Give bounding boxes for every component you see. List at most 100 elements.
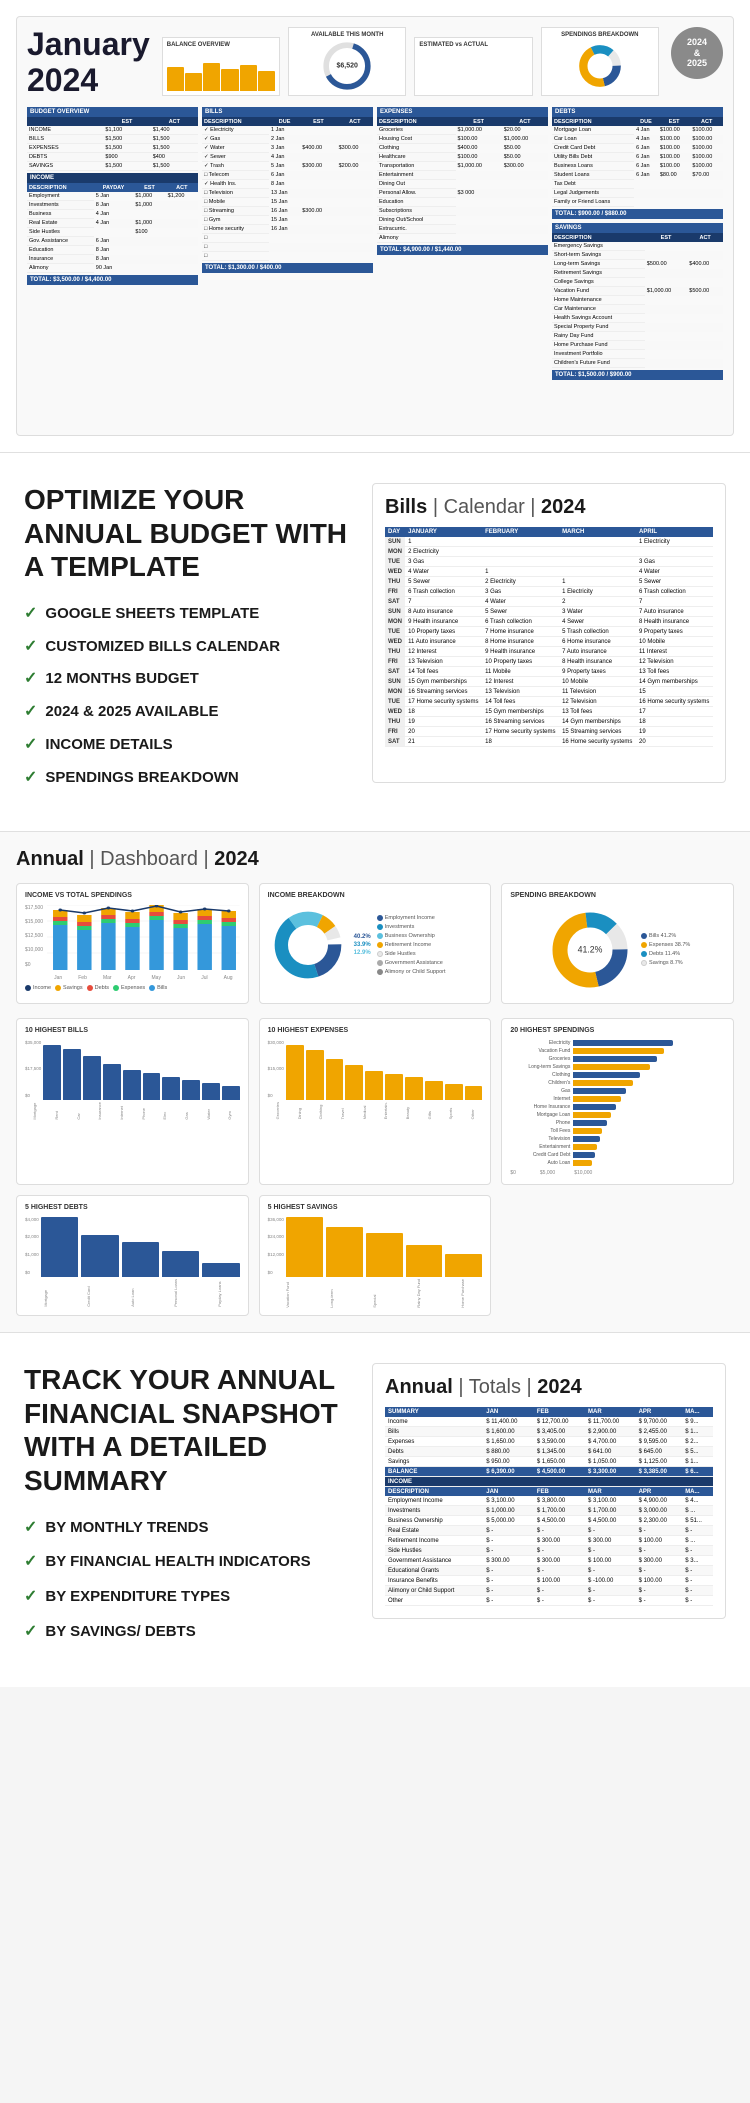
income-section-label: INCOME — [27, 173, 198, 183]
features-left: OPTIMIZE YOUR ANNUAL BUDGET WITH A TEMPL… — [24, 483, 352, 801]
legend-bills: Bills — [149, 985, 167, 991]
feature-item-2: ✓ CUSTOMIZED BILLS CALENDAR — [24, 637, 352, 658]
total-row-debts: TOTAL: $900.00 / $880.00 — [552, 209, 723, 219]
sf-check-4: ✓ — [24, 1622, 37, 1643]
bills-calendar-panel: Bills | Calendar | 2024 DAY JANUARY FEBR… — [372, 483, 726, 783]
leg-savings-sp: Savings 8.7% — [641, 960, 690, 966]
total-row-expenses: TOTAL: $4,900.00 / $1,440.00 — [377, 245, 548, 255]
income-govt-row: Government Assistance $ 300.00 $ 300.00 … — [385, 1556, 713, 1566]
feature-item-3: ✓ 12 MONTHS BUDGET — [24, 669, 352, 690]
balance-overview-label: BALANCE OVERVIEW — [167, 42, 275, 48]
legend-expenses: Expenses — [113, 985, 145, 991]
highest-bills-title: 10 HIGHEST BILLS — [25, 1027, 240, 1034]
check-icon-1: ✓ — [24, 604, 37, 625]
check-icon-6: ✓ — [24, 768, 37, 789]
income-investments-row: Investments $ 1,000.00 $ 1,700.00 $ 1,70… — [385, 1506, 713, 1516]
income-realestate-row: Real Estate $ - $ - $ - $ - $ - — [385, 1526, 713, 1536]
optimize-title: OPTIMIZE YOUR ANNUAL BUDGET WITH A TEMPL… — [24, 483, 352, 584]
income-alimony-row: Alimony or Child Support $ - $ - $ - $ -… — [385, 1586, 713, 1596]
estimated-actual-label: ESTIMATED vs ACTUAL — [419, 42, 527, 48]
income-section-header: INCOME — [385, 1477, 713, 1487]
dashboard-section: Annual | Dashboard | 2024 INCOME vs TOTA… — [0, 831, 750, 1334]
total-row-savings: TOTAL: $1,500.00 / $900.00 — [552, 370, 723, 380]
h-bar-row: Entertainment — [510, 1144, 725, 1150]
sf-label-4: BY SAVINGS/ DEBTS — [45, 1622, 195, 1642]
th-desc: DESCRIPTION — [385, 1487, 483, 1497]
feature-label-5: INCOME DETAILS — [45, 735, 172, 755]
th-apr: APR — [636, 1407, 683, 1417]
h-bar-spendings: ElectricityVacation FundGroceriesLong-te… — [510, 1040, 725, 1166]
check-icon-5: ✓ — [24, 735, 37, 756]
leg-investments: Investments — [377, 924, 446, 930]
ss-title-block: January 2024 — [27, 27, 150, 99]
leg-govt: Government Assistance — [377, 960, 446, 966]
track-title: TRACK YOUR ANNUAL FINANCIAL SNAPSHOT WIT… — [24, 1363, 352, 1497]
legend-income: Income — [25, 985, 51, 991]
leg-alimony: Alimony or Child Support — [377, 969, 446, 975]
totals-table: SUMMARY JAN FEB MAR APR MA... Income $ 1… — [385, 1407, 713, 1606]
totals-title: Annual | Totals | 2024 — [385, 1376, 713, 1399]
h-bar-row: Children's — [510, 1080, 725, 1086]
h-bar-row: Phone — [510, 1120, 725, 1126]
h-bar-row: Internet — [510, 1096, 725, 1102]
ss-header: January 2024 BALANCE OVERVIEW — [27, 27, 723, 99]
feature-label-1: GOOGLE SHEETS TEMPLATE — [45, 604, 259, 624]
h-bar-row: Gas — [510, 1088, 725, 1094]
svg-text:41.2%: 41.2% — [578, 944, 603, 954]
income-insurance-row: Insurance Benefits $ - $ 100.00 $ -100.0… — [385, 1576, 713, 1586]
sf-item-2: ✓ BY FINANCIAL HEALTH INDICATORS — [24, 1552, 352, 1573]
spreadsheet-preview: January 2024 BALANCE OVERVIEW — [16, 16, 734, 436]
bills-header: BILLS — [202, 107, 373, 117]
dashboard-title: Annual | Dashboard | 2024 — [16, 848, 734, 871]
th-apr2: APR — [636, 1487, 683, 1497]
th-mar: MAR — [585, 1407, 636, 1417]
check-icon-2: ✓ — [24, 637, 37, 658]
leg-expenses-sp: Expenses 38.7% — [641, 942, 690, 948]
sf-label-2: BY FINANCIAL HEALTH INDICATORS — [45, 1552, 310, 1572]
features-section: OPTIMIZE YOUR ANNUAL BUDGET WITH A TEMPL… — [0, 453, 750, 831]
h-bar-row: Long-term Savings — [510, 1064, 725, 1070]
feature-label-3: 12 MONTHS BUDGET — [45, 669, 198, 689]
cal-header-jan: JANUARY — [405, 527, 482, 537]
sf-check-1: ✓ — [24, 1518, 37, 1539]
total-row-bills: TOTAL: $1,300.00 / $400.00 — [202, 263, 373, 273]
dashboard-title-year: 2024 — [214, 848, 259, 870]
summary-section: TRACK YOUR ANNUAL FINANCIAL SNAPSHOT WIT… — [0, 1333, 750, 1687]
cal-header-apr: APRIL — [636, 527, 713, 537]
h-bar-row: Auto Loan — [510, 1160, 725, 1166]
highest-debts-chart: 5 HIGHEST DEBTS $4,000 $2,000 $1,000 $0 — [16, 1195, 249, 1317]
expenses-header: EXPENSES — [377, 107, 548, 117]
spending-breakdown-title: SPENDING BREAKDOWN — [510, 892, 725, 899]
feature-item-6: ✓ SPENDINGS BREAKDOWN — [24, 768, 352, 789]
spendings-breakdown-label: SPENDINGS BREAKDOWN — [546, 32, 654, 38]
h-bar-row: Vacation Fund — [510, 1048, 725, 1054]
calendar-title-calendar: | Calendar | — [433, 496, 541, 518]
cal-header-feb: FEBRUARY — [482, 527, 559, 537]
calendar-title-bills: Bills — [385, 496, 427, 518]
h-bar-row: Home Insurance — [510, 1104, 725, 1110]
total-row-income: TOTAL: $3,500.00 / $4,400.00 — [27, 275, 198, 285]
sf-item-1: ✓ BY MONTHLY TRENDS — [24, 1518, 352, 1539]
feature-label-4: 2024 & 2025 AVAILABLE — [45, 702, 218, 722]
balance-row: BALANCE $ 6,390.00 $ 4,500.00 $ 3,300.00… — [385, 1467, 713, 1477]
feature-label-2: CUSTOMIZED BILLS CALENDAR — [45, 637, 280, 657]
spreadsheet-section: January 2024 BALANCE OVERVIEW — [0, 0, 750, 453]
ss-month: January — [27, 27, 150, 62]
feature-item-5: ✓ INCOME DETAILS — [24, 735, 352, 756]
check-icon-3: ✓ — [24, 669, 37, 690]
legend-debts: Debts — [87, 985, 109, 991]
bills-calendar-table: DAY JANUARY FEBRUARY MARCH APRIL SUN11 E… — [385, 527, 713, 747]
highest-expenses-title: 10 HIGHEST EXPENSES — [268, 1027, 483, 1034]
feature-item-1: ✓ GOOGLE SHEETS TEMPLATE — [24, 604, 352, 625]
totals-bills-row: Bills $ 1,600.00 $ 3,405.00 $ 2,900.00 $… — [385, 1427, 713, 1437]
sf-item-4: ✓ BY SAVINGS/ DEBTS — [24, 1622, 352, 1643]
budget-overview-header: BUDGET OVERVIEW — [27, 107, 198, 117]
h-bar-row: Clothing — [510, 1072, 725, 1078]
income-chart-legend: Income Savings Debts Expenses Bills — [25, 985, 240, 991]
feature-label-6: SPENDINGS BREAKDOWN — [45, 768, 238, 788]
income-other-row: Other $ - $ - $ - $ - $ - — [385, 1596, 713, 1606]
income-breakdown-chart: INCOME BREAKDOWN 40.2% 33.9% 12.9% Emplo… — [259, 883, 492, 1004]
highest-expenses-chart: 10 HIGHEST EXPENSES $30,000 $15,000 $0 — [259, 1018, 492, 1185]
th-jan: JAN — [483, 1407, 534, 1417]
leg-bills-sp: Bills 41.2% — [641, 933, 690, 939]
